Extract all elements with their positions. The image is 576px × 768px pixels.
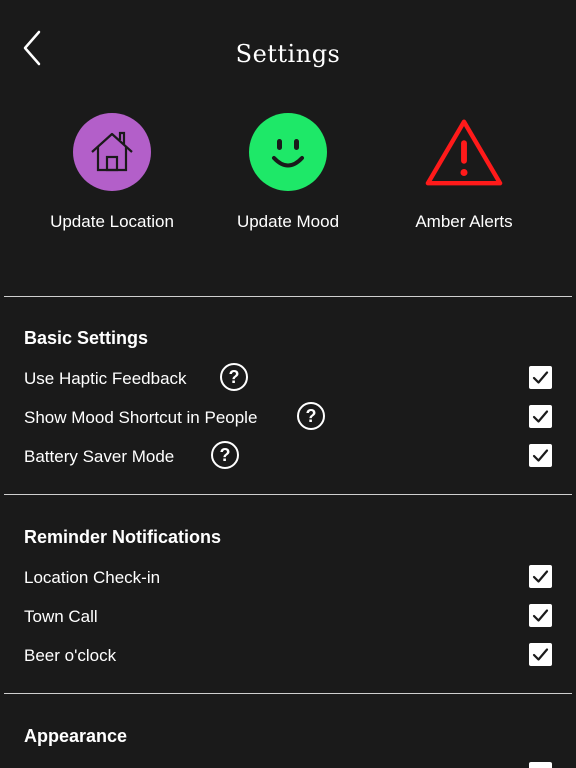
battery-saver-checkbox[interactable] <box>529 444 552 467</box>
setting-label: Use Haptic Feedback <box>24 369 187 388</box>
setting-row-location-checkin: Location Check-in <box>0 561 576 595</box>
amber-alerts-button[interactable]: Amber Alerts <box>376 112 552 232</box>
update-mood-button[interactable]: Update Mood <box>200 112 376 232</box>
location-checkin-checkbox[interactable] <box>529 565 552 588</box>
checkmark-icon <box>532 648 549 661</box>
section-title-basic-settings: Basic Settings <box>24 328 149 348</box>
divider <box>4 494 572 495</box>
appearance-checkbox[interactable] <box>529 762 552 768</box>
update-location-label: Update Location <box>50 212 174 231</box>
setting-row-mood-shortcut: Show Mood Shortcut in People ? <box>0 401 576 435</box>
divider <box>4 296 572 297</box>
header: Settings <box>0 0 576 100</box>
checkmark-icon <box>532 449 549 462</box>
smiley-icon <box>249 113 327 191</box>
town-call-checkbox[interactable] <box>529 604 552 627</box>
warning-icon <box>425 119 503 186</box>
setting-label: Beer o'clock <box>24 646 117 665</box>
update-mood-label: Update Mood <box>236 212 340 231</box>
setting-label: Show Mood Shortcut in People <box>24 408 258 427</box>
mood-shortcut-checkbox[interactable] <box>529 405 552 428</box>
help-icon[interactable]: ? <box>220 363 248 391</box>
setting-label: Location Check-in <box>24 568 161 587</box>
section-title-reminder-notifications: Reminder Notifications <box>24 527 222 547</box>
setting-row-battery-saver: Battery Saver Mode ? <box>0 440 576 474</box>
section-title-appearance: Appearance <box>24 726 128 746</box>
checkmark-icon <box>532 410 549 423</box>
help-icon[interactable]: ? <box>211 441 239 469</box>
update-location-button[interactable]: Update Location <box>24 112 200 232</box>
setting-label: Town Call <box>24 607 98 626</box>
haptic-feedback-checkbox[interactable] <box>529 366 552 389</box>
page-title: Settings <box>235 40 341 68</box>
beer-oclock-checkbox[interactable] <box>529 643 552 666</box>
quick-actions: Update Location Update Mood Amber Alerts <box>0 112 576 242</box>
setting-label: Battery Saver Mode <box>24 447 175 466</box>
setting-row-beer-oclock: Beer o'clock <box>0 639 576 673</box>
divider <box>4 693 572 694</box>
checkmark-icon <box>532 609 549 622</box>
home-icon <box>73 113 151 191</box>
help-icon[interactable]: ? <box>297 402 325 430</box>
amber-alerts-label: Amber Alerts <box>415 212 513 231</box>
setting-row-town-call: Town Call <box>0 600 576 634</box>
checkmark-icon <box>532 371 549 384</box>
setting-row-haptic-feedback: Use Haptic Feedback ? <box>0 362 576 396</box>
checkmark-icon <box>532 570 549 583</box>
